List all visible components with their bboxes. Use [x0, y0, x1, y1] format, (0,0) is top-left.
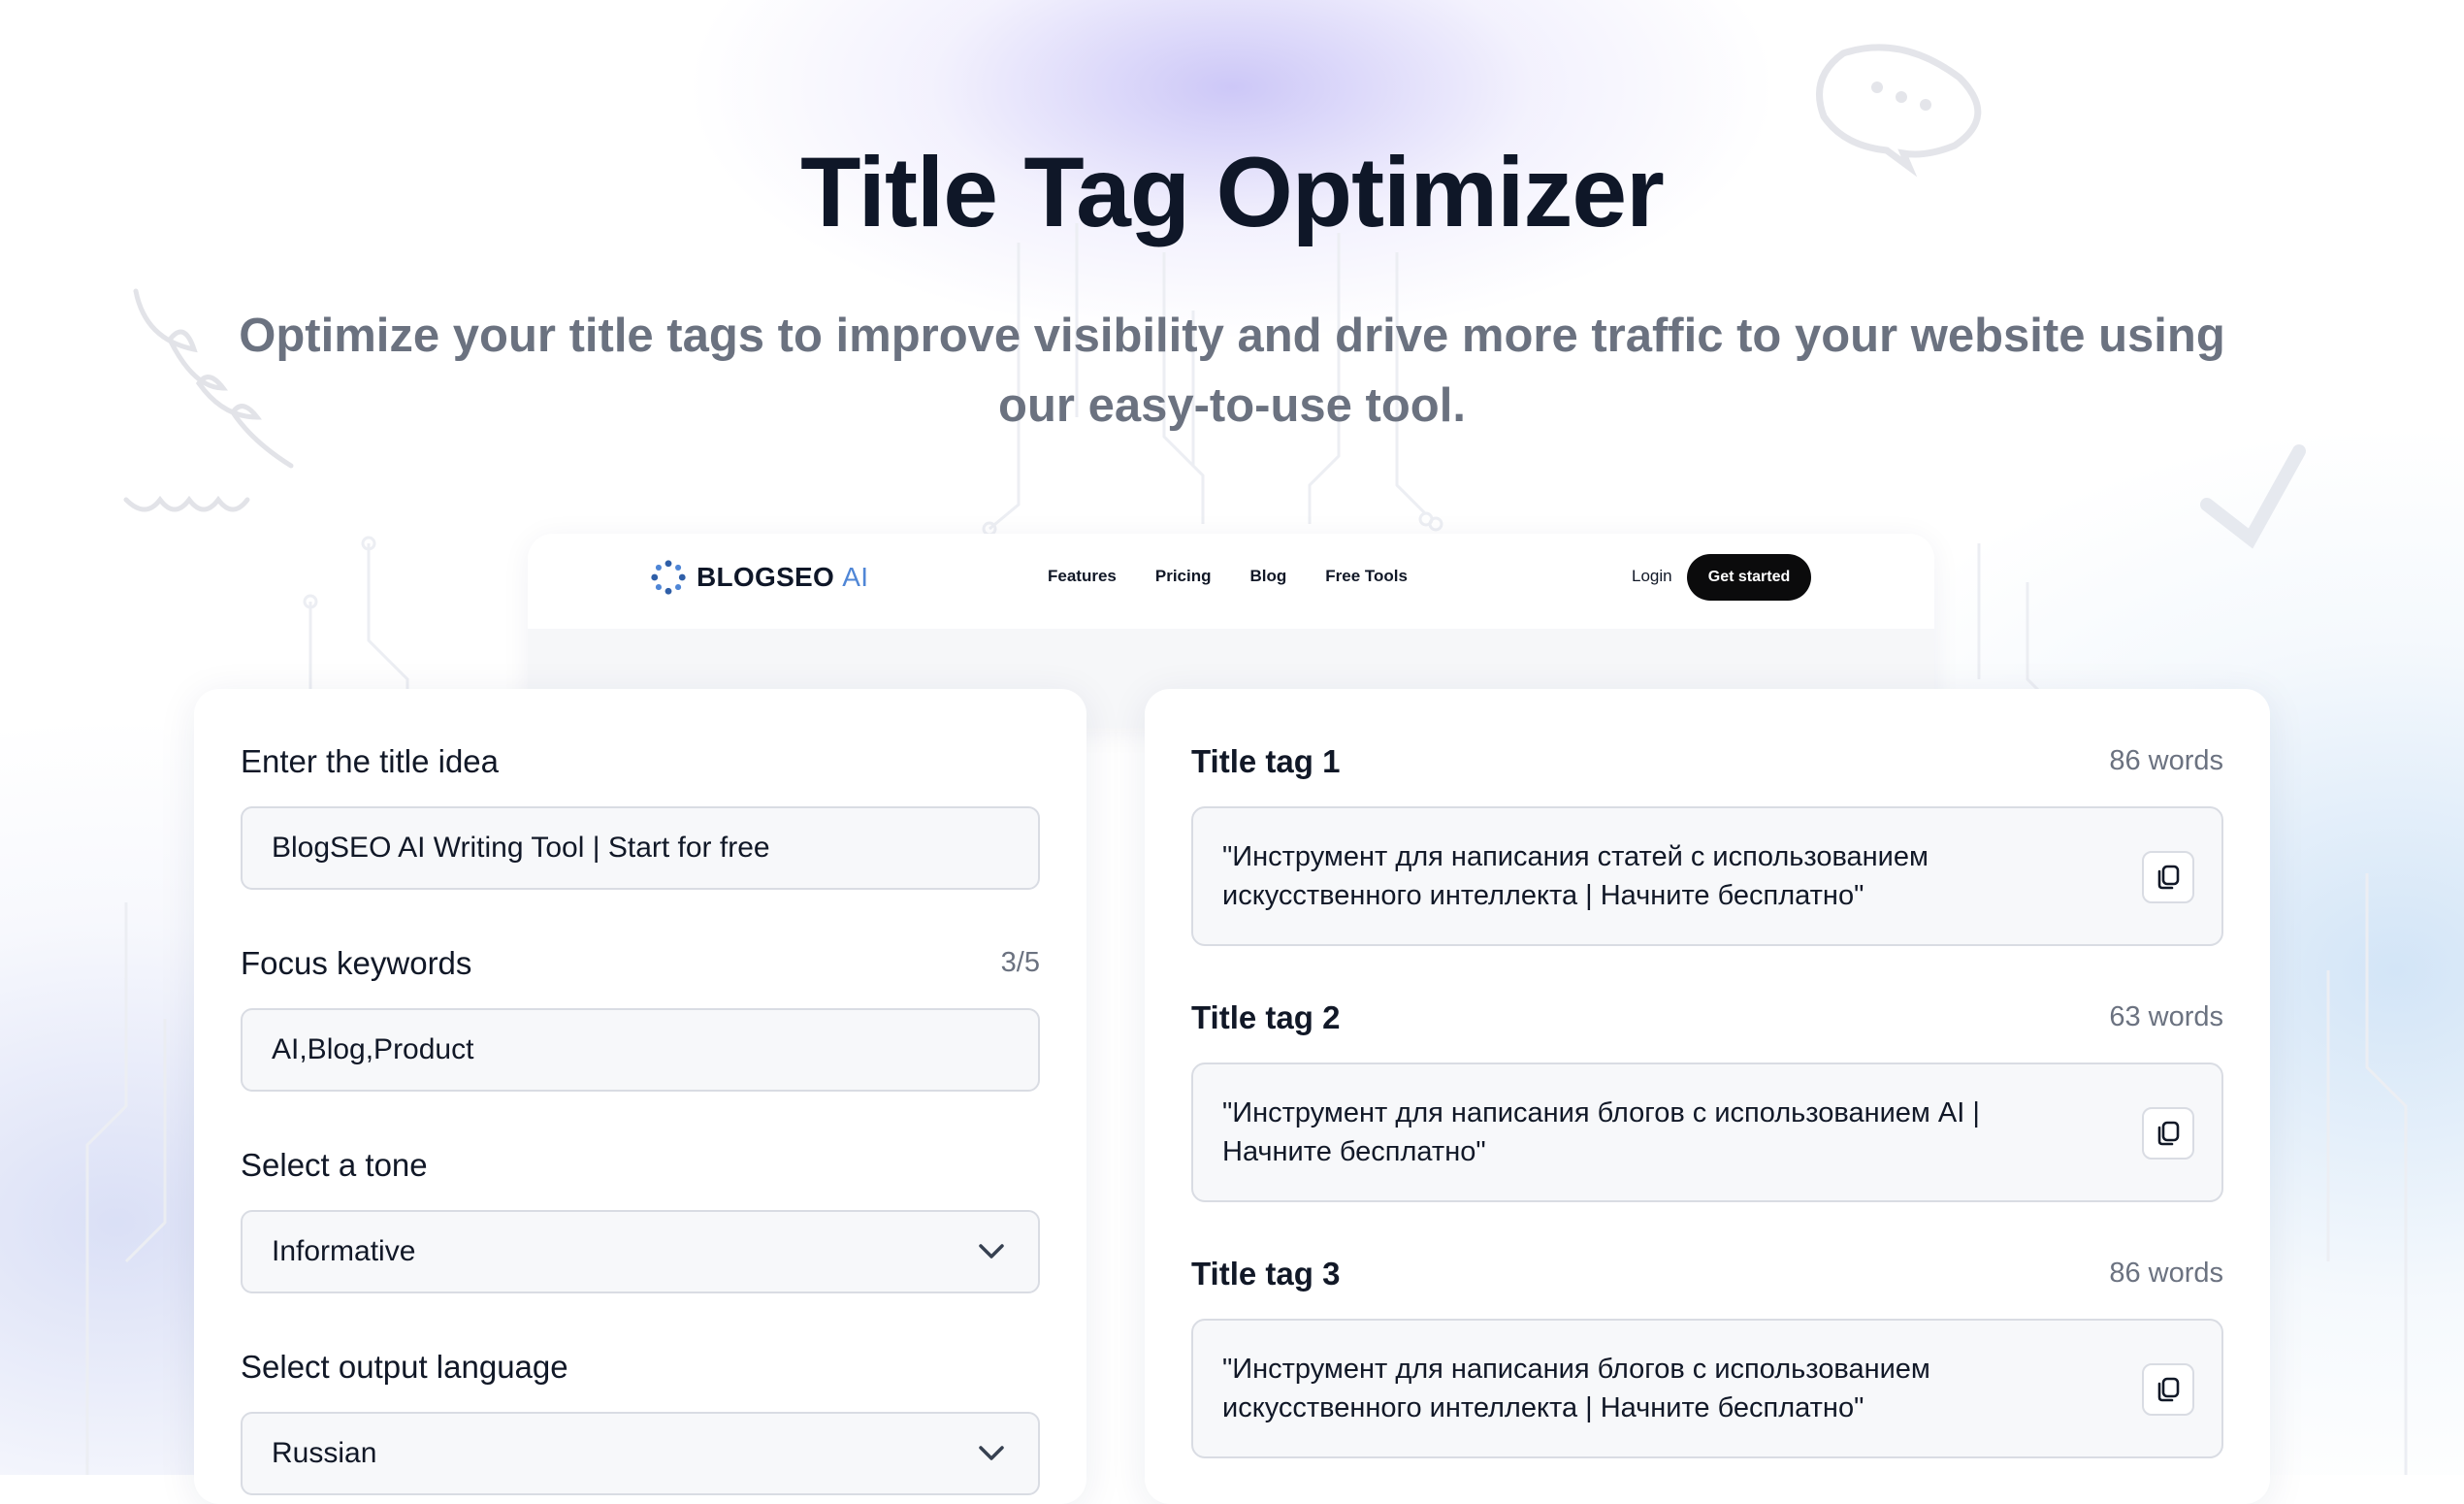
title-idea-label: Enter the title idea [241, 743, 499, 779]
focus-keywords-input[interactable]: AI,Blog,Product [241, 1008, 1040, 1092]
blogseo-logo-icon [651, 560, 686, 595]
keywords-counter: 3/5 [1000, 947, 1040, 978]
title-tag-1-result: "Инструмент для написания статей с испол… [1191, 806, 2223, 946]
logo-text: BLOGSEO AI [697, 562, 869, 592]
language-select[interactable]: Russian [241, 1412, 1040, 1495]
nav-pricing[interactable]: Pricing [1155, 567, 1212, 586]
page-subtitle: Optimize your title tags to improve visi… [239, 310, 2225, 432]
title-tag-3-word-count: 86 words [2109, 1258, 2223, 1289]
title-tag-3-label: Title tag 3 [1191, 1256, 1341, 1291]
results-card: Title tag 1 86 words "Инструмент для нап… [1145, 689, 2270, 1504]
title-tag-3-text: "Инструмент для написания блогов с испол… [1222, 1354, 1930, 1423]
tone-select[interactable]: Informative [241, 1210, 1040, 1293]
title-tag-2-word-count: 63 words [2109, 1001, 2223, 1032]
input-form-card: Enter the title idea BlogSEO AI Writing … [194, 689, 1086, 1504]
title-tag-1-word-count: 86 words [2109, 745, 2223, 776]
title-tag-2-label: Title tag 2 [1191, 999, 1341, 1035]
title-tag-3-result: "Инструмент для написания блогов с испол… [1191, 1319, 2223, 1458]
nav-free-tools[interactable]: Free Tools [1325, 567, 1408, 586]
copy-button[interactable] [2142, 1363, 2194, 1416]
focus-keywords-label: Focus keywords [241, 945, 472, 981]
title-tag-2-text: "Инструмент для написания блогов с испол… [1222, 1097, 1980, 1167]
tone-selected-value: Informative [272, 1235, 416, 1267]
preview-logo[interactable]: BLOGSEO AI [650, 559, 868, 596]
tone-label: Select a tone [241, 1147, 428, 1183]
nav-features[interactable]: Features [1048, 567, 1117, 586]
copy-icon [2157, 1377, 2180, 1402]
title-idea-input[interactable]: BlogSEO AI Writing Tool | Start for free [241, 806, 1040, 890]
title-tag-1-text: "Инструмент для написания статей с испол… [1222, 841, 1929, 911]
page-title: Title Tag Optimizer [800, 137, 1665, 247]
copy-icon [2157, 865, 2180, 890]
title-tag-2-result: "Инструмент для написания блогов с испол… [1191, 1063, 2223, 1202]
preview-navbar: BLOGSEO AI Features Pricing Blog Free To… [528, 534, 1934, 630]
login-link[interactable]: Login [1632, 567, 1672, 586]
copy-button[interactable] [2142, 1107, 2194, 1160]
copy-icon [2157, 1121, 2180, 1146]
title-tag-1-label: Title tag 1 [1191, 743, 1341, 779]
get-started-button[interactable]: Get started [1687, 554, 1811, 601]
copy-button[interactable] [2142, 851, 2194, 903]
language-selected-value: Russian [272, 1437, 377, 1469]
chevron-down-icon [979, 1446, 1004, 1460]
logo-suffix: AI [842, 562, 869, 592]
preview-nav-links: Features Pricing Blog Free Tools [1048, 567, 1408, 586]
nav-blog[interactable]: Blog [1250, 567, 1287, 586]
chevron-down-icon [979, 1244, 1004, 1259]
output-language-label: Select output language [241, 1349, 568, 1385]
